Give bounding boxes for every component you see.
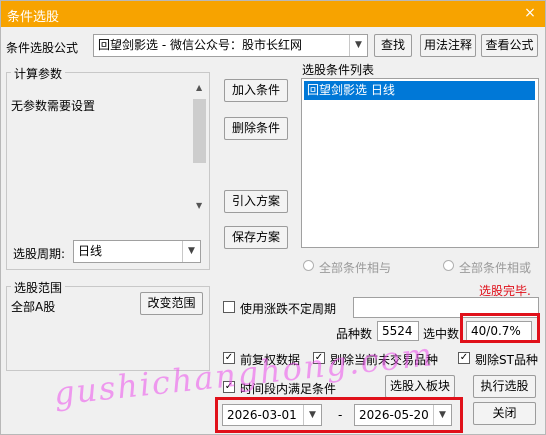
stock-filter-window: 条件选股 × 条件选股公式 回望剑影选 - 微信公众号：股市长红网 ▼ 查找 用… [0, 0, 546, 435]
title-bar[interactable]: 条件选股 × [1, 1, 545, 27]
scroll-thumb[interactable] [193, 99, 206, 163]
exclude-st-label: 剔除ST品种 [475, 353, 538, 367]
formula-select[interactable]: 回望剑影选 - 微信公众号：股市长红网 ▼ [93, 34, 368, 57]
period-value: 日线 [78, 244, 103, 258]
all-or-label: 全部条件相或 [459, 261, 532, 275]
formula-value: 回望剑影选 - 微信公众号：股市长红网 [98, 38, 302, 52]
chevron-down-icon[interactable]: ▼ [182, 241, 200, 262]
close-icon[interactable]: × [521, 4, 539, 22]
list-item[interactable]: 回望剑影选 日线 [304, 81, 535, 100]
scroll-up-icon[interactable]: ▲ [196, 83, 202, 92]
chevron-down-icon[interactable]: ▼ [349, 35, 367, 56]
save-scheme-button[interactable]: 保存方案 [224, 226, 288, 249]
execute-button[interactable]: 执行选股 [473, 375, 536, 398]
period-select[interactable]: 日线 ▼ [73, 240, 201, 263]
condition-list-label: 选股条件列表 [302, 63, 375, 77]
params-group-title: 计算参数 [11, 65, 66, 82]
uncertain-period-label: 使用涨跌不定周期 [240, 302, 337, 316]
all-and-label: 全部条件相与 [319, 261, 392, 275]
no-params-text: 无参数需要设置 [11, 99, 96, 113]
count-label: 品种数 [336, 327, 373, 341]
params-scrollbar[interactable]: ▲ ▼ [192, 81, 207, 213]
close-button[interactable]: 关闭 [473, 402, 536, 425]
range-group-title: 选股范围 [11, 279, 66, 296]
change-range-button[interactable]: 改变范围 [140, 292, 203, 315]
import-scheme-button[interactable]: 引入方案 [224, 190, 288, 213]
range-value: 全部A股 [11, 300, 56, 314]
uncertain-period-checkbox[interactable] [223, 301, 235, 313]
highlight-box-selected [460, 313, 540, 343]
radio-all-or[interactable] [443, 260, 454, 271]
find-button[interactable]: 查找 [374, 34, 412, 57]
add-condition-button[interactable]: 加入条件 [224, 79, 288, 102]
highlight-box-dates [215, 397, 463, 433]
delete-condition-button[interactable]: 删除条件 [224, 117, 288, 140]
exclude-st-checkbox[interactable]: ✓ [458, 352, 470, 364]
usage-notes-button[interactable]: 用法注释 [420, 34, 476, 57]
formula-label: 条件选股公式 [6, 41, 79, 55]
window-title: 条件选股 [7, 10, 60, 25]
radio-all-and[interactable] [303, 260, 314, 271]
scroll-down-icon[interactable]: ▼ [196, 201, 202, 210]
add-to-block-button[interactable]: 选股入板块 [385, 375, 455, 398]
condition-list[interactable]: 回望剑影选 日线 [301, 78, 539, 248]
view-formula-button[interactable]: 查看公式 [481, 34, 538, 57]
period-label: 选股周期: [13, 247, 66, 261]
